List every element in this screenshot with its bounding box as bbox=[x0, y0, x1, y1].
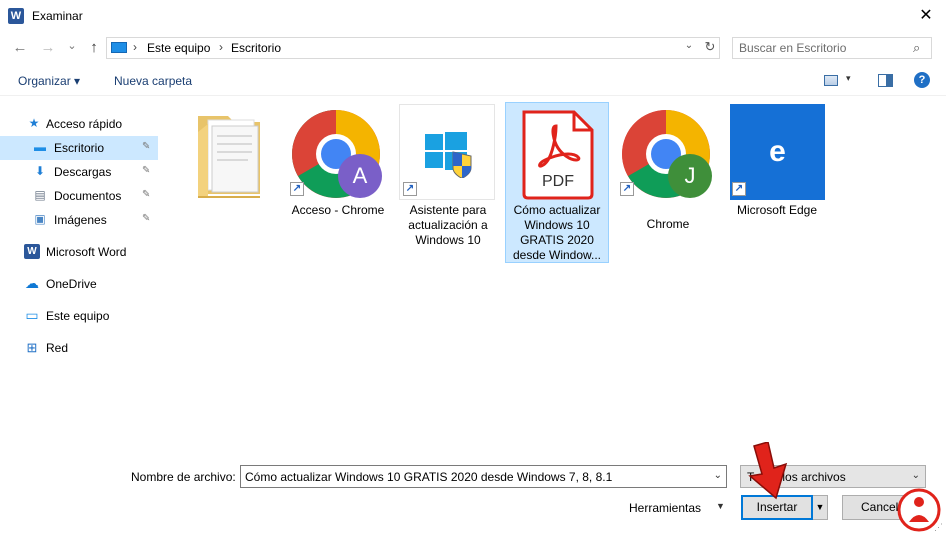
file-item-asistente[interactable]: ↗ Asistente para actualización a Windows… bbox=[399, 104, 497, 264]
pin-icon[interactable]: ✎ bbox=[142, 189, 150, 200]
help-icon[interactable]: ? bbox=[914, 72, 930, 88]
computer-icon: ▭ bbox=[25, 307, 39, 323]
file-item-acceso-chrome[interactable]: A ↗ Acceso - Chrome bbox=[286, 102, 390, 222]
pictures-icon: ▣ bbox=[34, 212, 46, 226]
word-icon: W bbox=[24, 244, 40, 259]
sidebar-item-label: Este equipo bbox=[46, 309, 110, 323]
view-options-dropdown[interactable]: ▾ bbox=[846, 73, 851, 84]
sidebar-item-microsoft-word[interactable]: W Microsoft Word bbox=[0, 240, 158, 264]
recent-locations-button[interactable]: ⌄ bbox=[62, 36, 82, 56]
filename-label: Nombre de archivo: bbox=[131, 470, 236, 484]
search-input[interactable] bbox=[739, 41, 909, 55]
filename-value: Cómo actualizar Windows 10 GRATIS 2020 d… bbox=[245, 470, 613, 484]
onedrive-icon: ☁ bbox=[25, 275, 39, 291]
file-name: Cómo actualizar Windows 10 GRATIS 2020 d… bbox=[512, 203, 602, 262]
avatar: J bbox=[668, 154, 712, 198]
command-bar: Organizar ▾ Nueva carpeta ▾ ? bbox=[0, 66, 946, 96]
file-item-folder[interactable] bbox=[190, 102, 270, 202]
network-icon: ⊞ bbox=[26, 340, 38, 355]
file-item-microsoft-edge[interactable]: e ↗ Microsoft Edge bbox=[729, 104, 833, 224]
sidebar-item-escritorio[interactable]: ▬ Escritorio ✎ bbox=[0, 136, 158, 160]
pin-icon[interactable]: ✎ bbox=[142, 141, 150, 152]
download-icon: ⬇ bbox=[34, 164, 46, 178]
insert-options-dropdown[interactable]: ▼ bbox=[813, 495, 828, 520]
close-icon: ✕ bbox=[919, 7, 933, 24]
file-name: Asistente para actualización a Windows 1… bbox=[408, 203, 488, 247]
tools-dropdown-icon[interactable]: ▼ bbox=[716, 501, 725, 511]
sidebar-item-documentos[interactable]: ▤ Documentos ✎ bbox=[0, 184, 158, 208]
pdf-icon: PDF bbox=[522, 110, 594, 200]
breadcrumb-separator: › bbox=[133, 40, 137, 54]
sidebar-item-label: Acceso rápido bbox=[46, 117, 123, 131]
sidebar-item-descargas[interactable]: ⬇ Descargas ✎ bbox=[0, 160, 158, 184]
arrow-right-icon: → bbox=[40, 39, 56, 56]
file-item-pdf[interactable]: PDF Cómo actualizar Windows 10 GRATIS 20… bbox=[505, 102, 609, 263]
sidebar-item-onedrive[interactable]: ☁ OneDrive bbox=[0, 272, 158, 296]
close-button[interactable]: ✕ bbox=[906, 0, 946, 32]
change-view-icon[interactable] bbox=[824, 75, 838, 86]
address-dropdown-button[interactable]: ⌄ bbox=[681, 40, 697, 51]
sidebar-item-label: Microsoft Word bbox=[46, 245, 127, 259]
pdf-label: PDF bbox=[542, 173, 574, 190]
file-name: Microsoft Edge bbox=[736, 203, 818, 217]
sidebar-item-acceso-rapido[interactable]: ★ Acceso rápido bbox=[0, 112, 158, 136]
document-icon: ▤ bbox=[34, 188, 46, 202]
sidebar-item-red[interactable]: ⊞ Red bbox=[0, 336, 158, 360]
pin-icon[interactable]: ✎ bbox=[142, 213, 150, 224]
breadcrumb-este-equipo[interactable]: Este equipo bbox=[147, 41, 210, 55]
arrow-left-icon: ← bbox=[12, 39, 28, 56]
tools-button[interactable]: Herramientas bbox=[629, 501, 701, 515]
sidebar-item-label: Descargas bbox=[54, 165, 112, 179]
window-title: Examinar bbox=[32, 9, 83, 23]
sidebar-item-label: OneDrive bbox=[46, 277, 97, 291]
file-name: Acceso - Chrome bbox=[291, 203, 385, 217]
new-folder-button[interactable]: Nueva carpeta bbox=[114, 74, 192, 88]
forward-button[interactable]: → bbox=[38, 38, 58, 58]
folder-icon bbox=[198, 116, 260, 198]
refresh-icon: ↻ bbox=[704, 39, 716, 54]
shortcut-arrow-icon: ↗ bbox=[403, 182, 417, 196]
chevron-down-icon[interactable]: ⌄ bbox=[714, 470, 722, 481]
search-box[interactable]: ⌕ bbox=[732, 37, 932, 59]
star-icon: ★ bbox=[28, 116, 40, 130]
breadcrumb-escritorio[interactable]: Escritorio bbox=[231, 41, 281, 55]
word-icon: W bbox=[8, 8, 24, 24]
up-button[interactable]: ↑ bbox=[84, 38, 104, 58]
organize-button[interactable]: Organizar ▾ bbox=[18, 74, 80, 88]
sidebar-item-label: Escritorio bbox=[54, 141, 105, 155]
sidebar-item-este-equipo[interactable]: ▭ Este equipo bbox=[0, 304, 158, 328]
chevron-down-icon: ⌄ bbox=[911, 470, 920, 481]
pin-icon[interactable]: ✎ bbox=[142, 165, 150, 176]
sidebar-item-label: Imágenes bbox=[54, 213, 107, 227]
preview-pane-icon[interactable] bbox=[878, 74, 893, 87]
refresh-button[interactable]: ↻ bbox=[701, 39, 719, 55]
shortcut-arrow-icon: ↗ bbox=[290, 182, 304, 196]
filename-input[interactable]: Cómo actualizar Windows 10 GRATIS 2020 d… bbox=[240, 465, 727, 488]
logo-icon bbox=[897, 488, 941, 532]
file-name: Chrome bbox=[646, 217, 690, 231]
desktop-icon: ▬ bbox=[34, 140, 46, 154]
breadcrumb-separator: › bbox=[219, 40, 223, 54]
computer-icon bbox=[111, 42, 127, 53]
search-icon[interactable]: ⌕ bbox=[913, 40, 920, 56]
sidebar-item-imagenes[interactable]: ▣ Imágenes ✎ bbox=[0, 208, 158, 232]
shortcut-arrow-icon: ↗ bbox=[732, 182, 746, 196]
windows-shield-icon bbox=[425, 132, 472, 178]
back-button[interactable]: ← bbox=[10, 38, 30, 58]
address-bar[interactable]: › Este equipo › Escritorio ⌄ ↻ bbox=[106, 37, 720, 59]
navigation-pane: ★ Acceso rápido ▬ Escritorio ✎ ⬇ Descarg… bbox=[0, 100, 170, 460]
chevron-down-icon: ⌄ bbox=[684, 40, 694, 51]
sidebar-item-label: Documentos bbox=[54, 189, 122, 203]
file-item-chrome[interactable]: J ↗ Chrome bbox=[616, 102, 720, 232]
annotation-arrow-icon bbox=[748, 442, 788, 500]
avatar: A bbox=[338, 154, 382, 198]
sidebar-item-label: Red bbox=[46, 341, 69, 355]
chevron-down-icon: ⌄ bbox=[67, 40, 77, 52]
title-bar: W Examinar ✕ bbox=[0, 0, 946, 32]
shortcut-arrow-icon: ↗ bbox=[620, 182, 634, 196]
arrow-up-icon: ↑ bbox=[90, 39, 98, 56]
